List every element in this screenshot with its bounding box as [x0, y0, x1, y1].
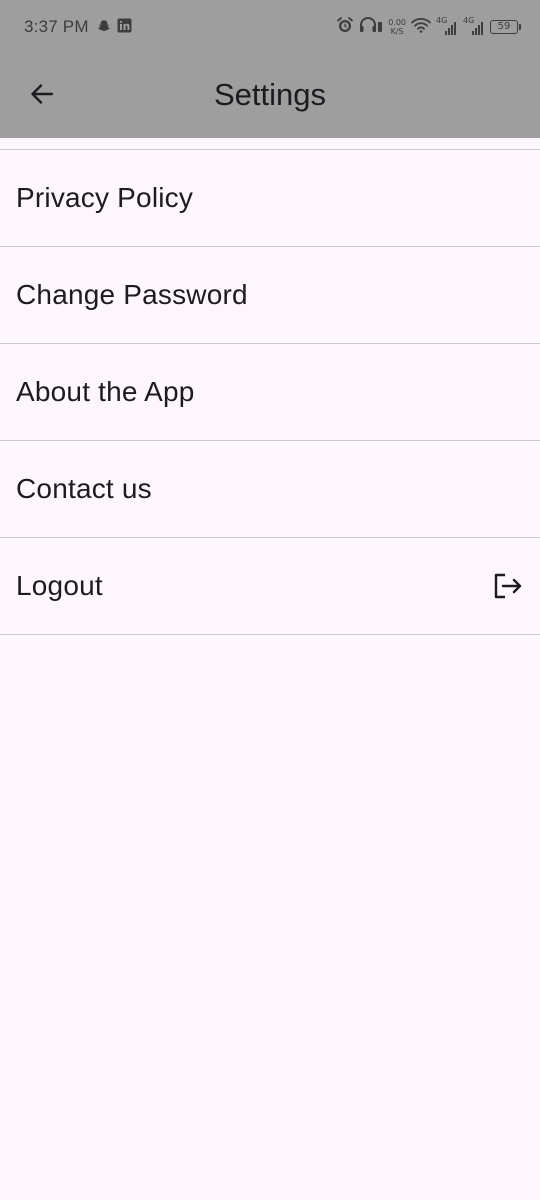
net-speed: 0.00 K/S — [388, 18, 406, 36]
settings-item-change-password[interactable]: Change Password — [0, 247, 540, 344]
settings-item-label: About the App — [16, 376, 195, 407]
settings-item-logout[interactable]: Logout — [0, 538, 540, 635]
settings-item-label: Contact us — [16, 473, 152, 504]
signal-icon-sim2: 4G — [463, 16, 485, 37]
linkedin-icon — [117, 18, 132, 38]
alarm-icon — [336, 16, 354, 39]
headphones-icon — [359, 16, 383, 39]
settings-item-about-the-app[interactable]: About the App — [0, 344, 540, 441]
settings-item-label: Change Password — [16, 279, 248, 310]
status-time: 3:37 PM — [24, 17, 89, 36]
wifi-icon — [411, 17, 431, 38]
settings-item-label: Privacy Policy — [16, 182, 194, 213]
status-right-icons: 0.00 K/S 4G 4G 59 — [336, 16, 521, 39]
battery-icon: 59 — [490, 20, 521, 34]
snapchat-icon — [97, 19, 111, 38]
signal-icon: 4G — [436, 16, 458, 37]
top-bar: 3:37 PM 0.00 K/S 4G 4G 59 Settings — [0, 0, 540, 138]
settings-list: Privacy Policy Change Password About the… — [0, 149, 540, 635]
settings-item-contact-us[interactable]: Contact us — [0, 441, 540, 538]
net-speed-unit: K/S — [390, 27, 404, 36]
battery-level: 59 — [497, 21, 511, 32]
settings-item-label: Logout — [16, 570, 103, 601]
status-bar: 3:37 PM 0.00 K/S 4G 4G 59 — [0, 0, 540, 56]
page-title: Settings — [213, 77, 326, 112]
net-speed-value: 0.00 — [388, 18, 406, 27]
status-left-icons — [97, 18, 132, 38]
logout-icon[interactable] — [490, 569, 524, 603]
settings-item-privacy-policy[interactable]: Privacy Policy — [0, 150, 540, 247]
app-bar: Settings — [0, 56, 540, 138]
